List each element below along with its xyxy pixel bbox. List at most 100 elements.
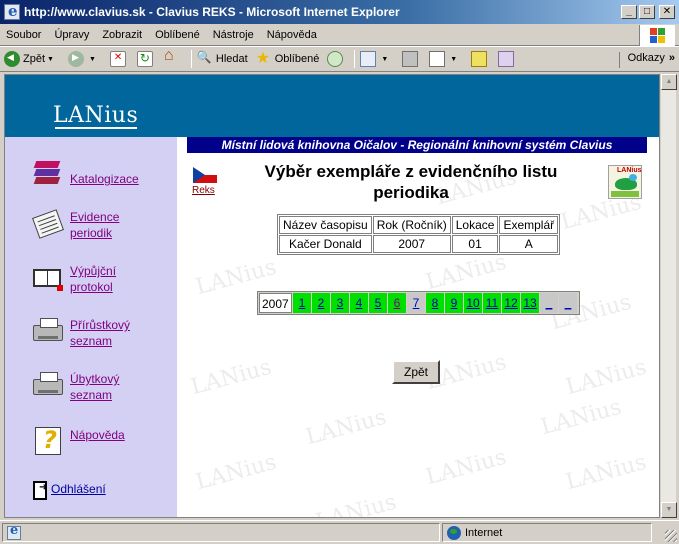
- menu-view[interactable]: Zobrazit: [102, 29, 142, 41]
- issue-cell[interactable]: 5: [369, 293, 387, 313]
- dropdown-arrow-icon[interactable]: ▼: [47, 56, 54, 63]
- favorites-toolbar-label: Oblíbené: [274, 53, 320, 65]
- issue-cell[interactable]: 6: [388, 293, 406, 313]
- issue-cell[interactable]: 9: [445, 293, 463, 313]
- sidebar-item-label[interactable]: Evidence periodik: [70, 209, 140, 241]
- close-button[interactable]: ✕: [659, 5, 675, 19]
- badge-text: LANius: [617, 167, 642, 174]
- issue-cell[interactable]: 4: [350, 293, 368, 313]
- czech-flag-icon[interactable]: [193, 167, 217, 183]
- menu-help[interactable]: Nápověda: [267, 29, 317, 41]
- issue-cell[interactable]: 1: [293, 293, 311, 313]
- edit-button[interactable]: ▼: [429, 51, 463, 67]
- dropdown-arrow-icon[interactable]: ▼: [89, 56, 96, 63]
- windows-logo-icon: [639, 25, 675, 46]
- menu-tools[interactable]: Nástroje: [213, 29, 254, 41]
- issue-cell[interactable]: 2: [312, 293, 330, 313]
- lanius-bird-icon[interactable]: LANius: [608, 165, 642, 199]
- sidebar-item-ubytkovy-seznam[interactable]: Úbytkový seznam: [33, 371, 140, 403]
- periodical-info-table: Název časopisu Rok (Ročník) Lokace Exemp…: [277, 214, 561, 255]
- issue-cell[interactable]: 10: [464, 293, 482, 313]
- issue-cell[interactable]: 11: [483, 293, 501, 313]
- menu-file[interactable]: Soubor: [6, 29, 41, 41]
- printer-icon[interactable]: [33, 371, 65, 403]
- sidebar-item-vypujcni-protokol[interactable]: Výpůjční protokol: [33, 263, 140, 295]
- sidebar-item-label[interactable]: Úbytkový seznam: [70, 371, 140, 403]
- logout-link[interactable]: Odhlášení: [33, 481, 106, 500]
- minimize-button[interactable]: _: [621, 5, 637, 19]
- page-icon: [7, 523, 21, 540]
- table-cell: Kačer Donald: [279, 235, 372, 253]
- help-icon[interactable]: [33, 425, 65, 457]
- logout-label[interactable]: Odhlášení: [51, 481, 106, 497]
- resize-grip-icon[interactable]: [665, 530, 677, 542]
- watermark: LANius: [423, 249, 510, 296]
- table-cell: 2007: [372, 235, 451, 253]
- sidebar-item-label[interactable]: Přírůstkový seznam: [70, 317, 150, 349]
- messenger-button[interactable]: [498, 51, 517, 67]
- sidebar: Katalogizace Evidence periodik Výpůjční …: [5, 137, 177, 517]
- newspaper-icon[interactable]: [32, 209, 65, 241]
- dropdown-arrow-icon[interactable]: ▼: [381, 56, 388, 63]
- sidebar-item-evidence-periodik[interactable]: Evidence periodik: [32, 209, 140, 241]
- vertical-scrollbar[interactable]: ▲ ▼: [660, 74, 677, 518]
- status-zone-pane: Internet: [442, 523, 652, 542]
- sidebar-item-label[interactable]: Katalogizace: [70, 171, 139, 187]
- refresh-button[interactable]: [136, 51, 156, 67]
- issue-cell[interactable]: 7: [407, 293, 425, 313]
- media-button[interactable]: [327, 51, 346, 67]
- issue-cell[interactable]: _: [559, 293, 577, 313]
- mail-icon: [360, 51, 377, 67]
- books-icon[interactable]: [33, 157, 65, 189]
- toolbar-separator: [190, 50, 192, 68]
- discuss-button[interactable]: [471, 51, 490, 67]
- issue-cell[interactable]: 13: [521, 293, 539, 313]
- sidebar-item-katalogizace[interactable]: Katalogizace: [33, 157, 139, 189]
- issue-cell[interactable]: 12: [502, 293, 520, 313]
- back-toolbar-label: Zpět: [23, 53, 46, 65]
- logout-door-icon[interactable]: [33, 481, 47, 500]
- menu-edit[interactable]: Úpravy: [54, 29, 89, 41]
- star-icon: [256, 48, 272, 68]
- dropdown-arrow-icon[interactable]: ▼: [450, 56, 457, 63]
- reks-link[interactable]: Reks: [192, 185, 215, 196]
- status-main-pane: [2, 523, 440, 542]
- watermark: LANius: [538, 394, 625, 441]
- issue-cell[interactable]: 8: [426, 293, 444, 313]
- scroll-up-button[interactable]: ▲: [661, 74, 677, 90]
- forward-toolbar-button[interactable]: ▼: [67, 51, 102, 67]
- sidebar-item-prirustkovy-seznam[interactable]: Přírůstkový seznam: [33, 317, 150, 349]
- table-row: Kačer Donald 2007 01 A: [279, 235, 559, 253]
- open-book-icon[interactable]: [33, 263, 65, 295]
- printer-icon[interactable]: [33, 317, 65, 349]
- print-button[interactable]: [402, 51, 421, 67]
- sidebar-item-label[interactable]: Nápověda: [70, 427, 125, 443]
- sidebar-item-label[interactable]: Výpůjční protokol: [70, 263, 140, 295]
- back-button[interactable]: Zpět: [392, 360, 440, 384]
- ie-app-icon[interactable]: [4, 2, 20, 20]
- watermark: LANius: [563, 354, 650, 401]
- menu-bar: Soubor Úpravy Zobrazit Oblíbené Nástroje…: [0, 24, 679, 46]
- stop-button[interactable]: [109, 51, 129, 67]
- links-toolbar[interactable]: Odkazy »: [618, 52, 675, 68]
- maximize-button[interactable]: □: [639, 5, 655, 19]
- mail-button[interactable]: ▼: [360, 51, 394, 67]
- window-title-bar[interactable]: http://www.clavius.sk - Clavius REKS - M…: [0, 0, 679, 24]
- issue-cell[interactable]: _: [540, 293, 558, 313]
- watermark: LANius: [313, 489, 400, 518]
- chevron-right-icon[interactable]: »: [669, 52, 675, 64]
- menu-favorites[interactable]: Oblíbené: [155, 29, 200, 41]
- favorites-toolbar-button[interactable]: Oblíbené: [256, 48, 320, 68]
- scroll-down-button[interactable]: ▼: [661, 502, 677, 518]
- issue-cell[interactable]: 3: [331, 293, 349, 313]
- watermark: LANius: [423, 444, 510, 491]
- back-toolbar-button[interactable]: Zpět ▼: [4, 51, 60, 67]
- forward-arrow-icon: [67, 51, 84, 67]
- watermark: LANius: [303, 404, 390, 451]
- page-viewport: LANius LANius LANius LANius LANius LANiu…: [4, 74, 660, 518]
- search-toolbar-button[interactable]: Hledat: [197, 50, 248, 67]
- home-button[interactable]: [164, 47, 183, 67]
- sidebar-item-napoveda[interactable]: Nápověda: [33, 425, 125, 457]
- media-icon: [327, 51, 344, 67]
- logo-underline: [55, 127, 137, 129]
